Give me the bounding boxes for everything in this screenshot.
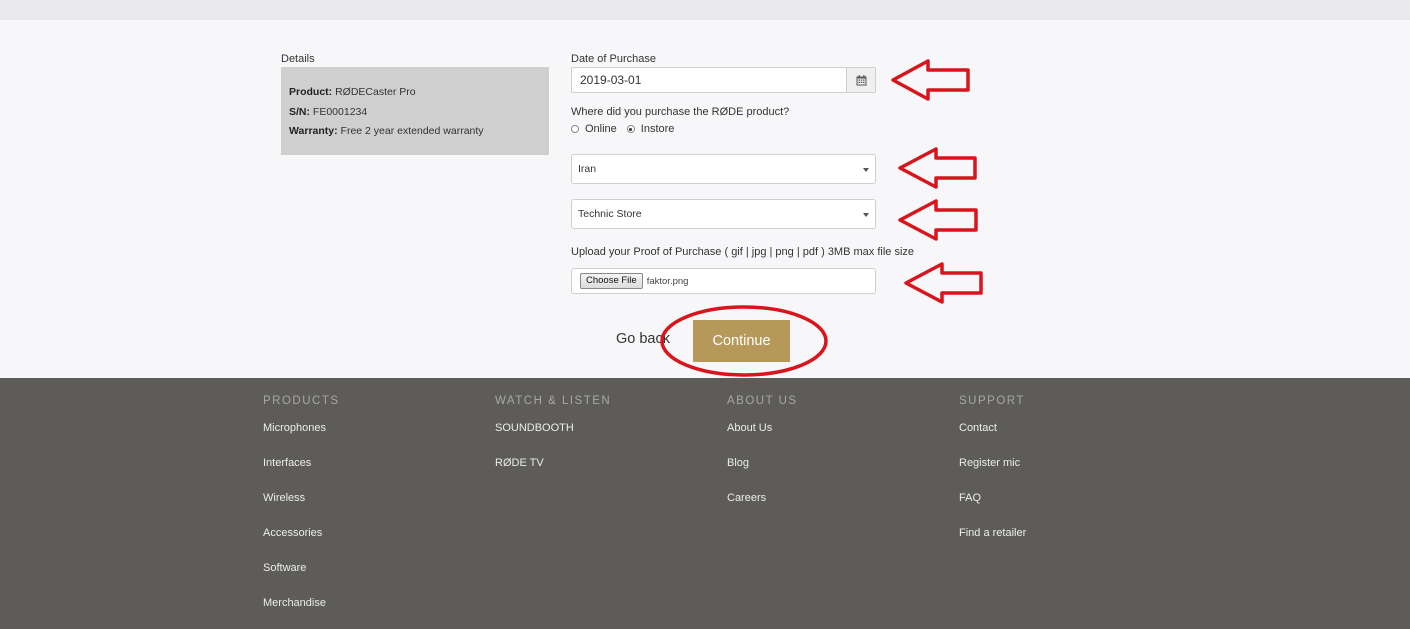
footer-link-software[interactable]: Software <box>263 562 306 574</box>
radio-instore[interactable] <box>626 125 635 133</box>
details-label: Details <box>281 53 315 65</box>
footer-link-rode-tv[interactable]: RØDE TV <box>495 457 544 469</box>
choose-file-button[interactable]: Choose File <box>580 273 643 289</box>
product-label: Product: <box>289 86 333 98</box>
footer-link-contact[interactable]: Contact <box>959 422 997 434</box>
date-of-purchase-input[interactable]: 2019-03-01 <box>571 67 876 93</box>
serial-number-row: S/N: FE0001234 <box>289 103 541 123</box>
date-of-purchase-label: Date of Purchase <box>571 53 656 65</box>
radio-instore-label[interactable]: Instore <box>641 123 675 135</box>
footer-heading-products: PRODUCTS <box>263 395 340 407</box>
continue-button[interactable]: Continue <box>693 320 790 362</box>
country-select-value: Iran <box>578 163 597 175</box>
serial-number-value: FE0001234 <box>312 105 368 118</box>
top-header-strip <box>0 0 1410 20</box>
red-arrow-icon <box>891 59 970 101</box>
site-footer: PRODUCTS Microphones Interfaces Wireless… <box>0 378 1410 629</box>
store-select-value: Technic Store <box>578 208 642 220</box>
purchase-location-radio-group: Online Instore <box>571 123 674 135</box>
purchase-location-label: Where did you purchase the RØDE product? <box>571 106 790 118</box>
footer-heading-support: SUPPORT <box>959 395 1025 407</box>
selected-file-name: faktor.png <box>646 275 689 287</box>
radio-online-label[interactable]: Online <box>585 123 617 135</box>
product-value: RØDECaster Pro <box>335 86 416 98</box>
red-arrow-icon <box>904 262 983 304</box>
product-row: Product: RØDECaster Pro <box>289 83 541 103</box>
footer-link-microphones[interactable]: Microphones <box>263 422 326 434</box>
footer-link-register-mic[interactable]: Register mic <box>959 457 1020 469</box>
serial-number-label: S/N: <box>289 105 310 118</box>
footer-link-faq[interactable]: FAQ <box>959 492 981 504</box>
store-select[interactable]: Technic Store <box>571 199 876 229</box>
footer-link-careers[interactable]: Careers <box>727 492 766 504</box>
warranty-label: Warranty: <box>289 125 338 137</box>
upload-label: Upload your Proof of Purchase ( gif | jp… <box>571 246 915 258</box>
red-arrow-icon <box>898 147 977 189</box>
warranty-row: Warranty: Free 2 year extended warranty <box>289 122 541 142</box>
footer-link-merchandise[interactable]: Merchandise <box>263 597 326 609</box>
red-arrow-icon <box>898 199 978 241</box>
footer-link-blog[interactable]: Blog <box>727 457 749 469</box>
warranty-value: Free 2 year extended warranty <box>340 125 484 137</box>
country-select[interactable]: Iran <box>571 154 876 184</box>
calendar-icon <box>856 74 866 85</box>
footer-heading-about-us: ABOUT US <box>727 395 798 407</box>
details-panel: Product: RØDECaster Pro S/N: FE0001234 W… <box>281 67 549 155</box>
footer-link-wireless[interactable]: Wireless <box>263 492 305 504</box>
chevron-down-icon <box>863 168 869 172</box>
footer-heading-watch-listen: WATCH & LISTEN <box>495 395 612 407</box>
footer-link-find-retailer[interactable]: Find a retailer <box>959 527 1026 539</box>
radio-online[interactable] <box>571 125 579 133</box>
go-back-link[interactable]: Go back <box>616 331 670 347</box>
proof-of-purchase-file-input[interactable]: Choose File faktor.png <box>571 268 876 294</box>
footer-link-accessories[interactable]: Accessories <box>263 527 322 539</box>
footer-link-soundbooth[interactable]: SOUNDBOOTH <box>495 422 574 434</box>
date-value[interactable]: 2019-03-01 <box>572 68 846 92</box>
chevron-down-icon <box>863 213 869 217</box>
footer-link-about-us[interactable]: About Us <box>727 422 772 434</box>
footer-link-interfaces[interactable]: Interfaces <box>263 457 311 469</box>
calendar-button[interactable] <box>846 68 875 92</box>
